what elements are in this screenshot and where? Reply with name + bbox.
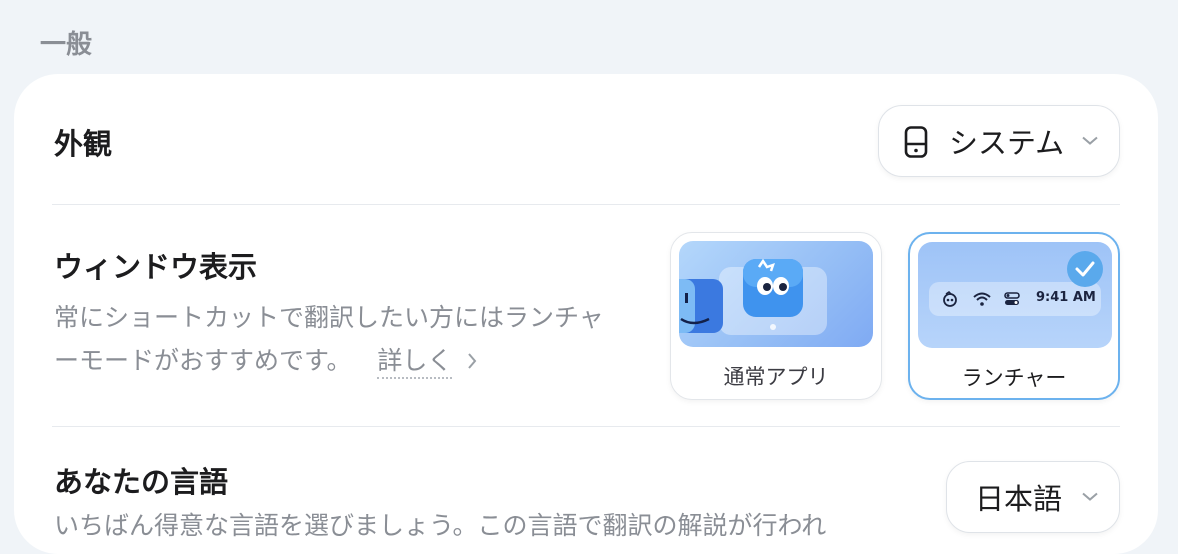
wifi-icon [973,291,991,311]
language-select[interactable]: 日本語 [946,461,1120,533]
appearance-value: システム [949,126,1065,160]
option-label-normal-app: 通常アプリ [723,365,829,389]
check-icon [1066,250,1104,292]
option-normal-app[interactable]: 通常アプリ [670,232,882,400]
chevron-down-icon [1081,488,1099,507]
divider [52,426,1120,427]
language-description: いちばん得意な言語を選びましょう。この言語で翻訳の解説が行われ [54,511,827,540]
window-display-description: 常にショートカットで翻訳したい方にはランチャーモードがおすすめです。 詳しく [54,296,614,384]
option-label-launcher: ランチャー [961,366,1067,390]
learn-more-link[interactable]: 詳しく [377,346,453,379]
language-label: あなたの言語 [54,465,229,499]
appearance-select[interactable]: システム [878,105,1120,177]
clock-text: 9:41 AM [1036,290,1096,305]
settings-card: 外観 システム ウィンドウ表示 常にショートカットで翻訳したい方にはランチャーモ… [14,74,1158,554]
control-center-icon [1004,291,1020,311]
phone-icon [904,126,928,162]
description-text: 常にショートカットで翻訳したい方にはランチャーモードがおすすめです。 [54,303,604,375]
option-launcher[interactable]: 9:41 AM ランチャー [908,232,1120,400]
app-menubar-icon [941,291,959,311]
normal-app-preview [679,241,873,347]
divider [52,204,1120,205]
launcher-preview: 9:41 AM [918,242,1112,348]
appearance-label: 外観 [54,127,113,161]
language-value: 日本語 [975,482,1063,516]
chevron-down-icon [1081,132,1099,151]
chevron-right-icon [466,341,478,384]
window-display-label: ウィンドウ表示 [54,250,258,284]
section-title: 一般 [40,30,93,60]
